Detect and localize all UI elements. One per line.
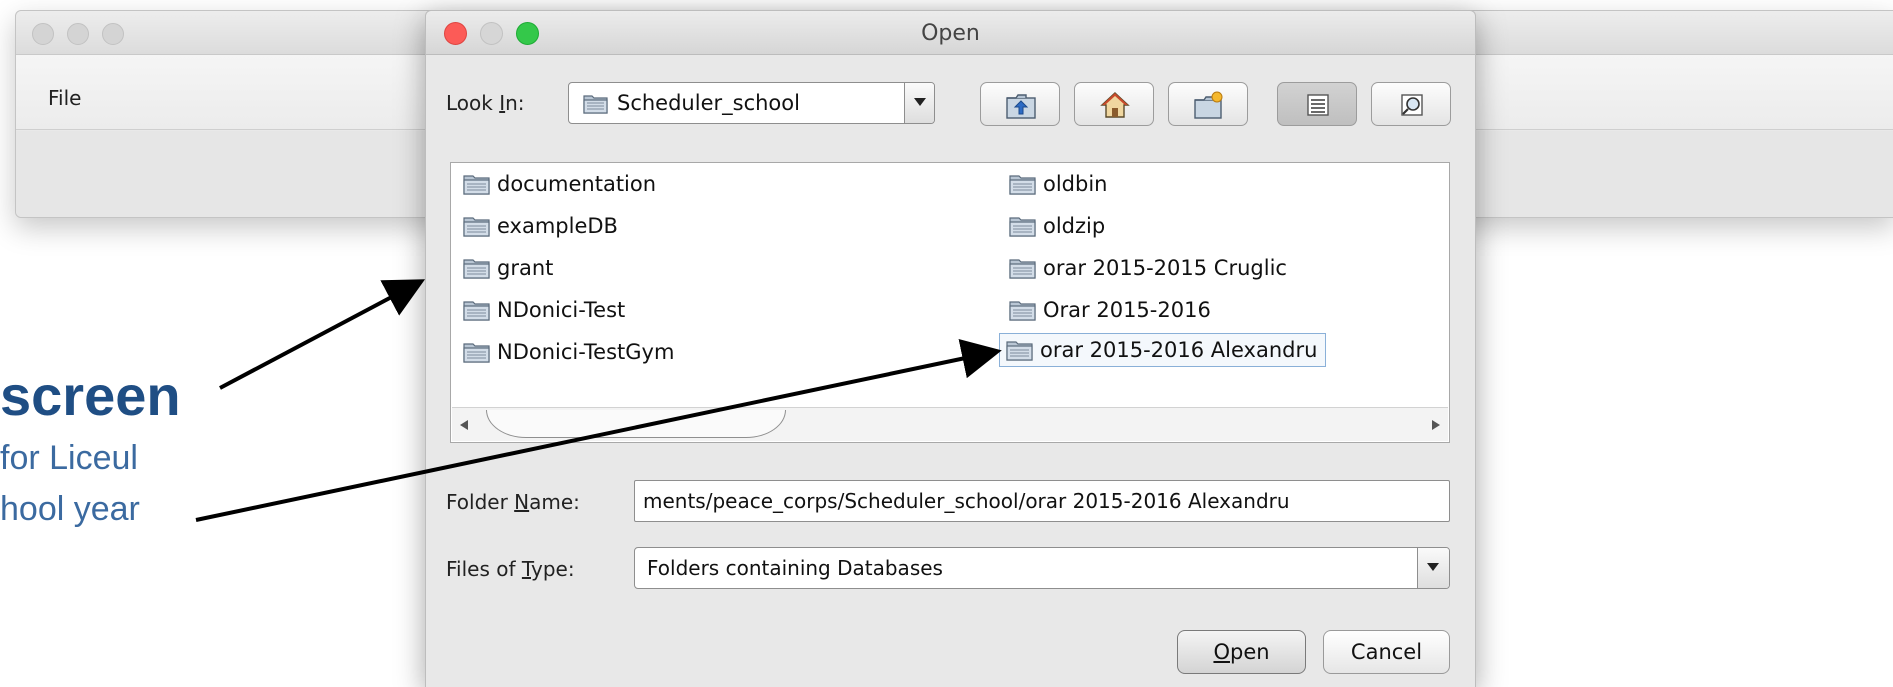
arrow-to-selected-folder — [195, 339, 1002, 522]
annotation-arrows — [195, 279, 1002, 522]
arrow-to-list — [219, 279, 426, 390]
